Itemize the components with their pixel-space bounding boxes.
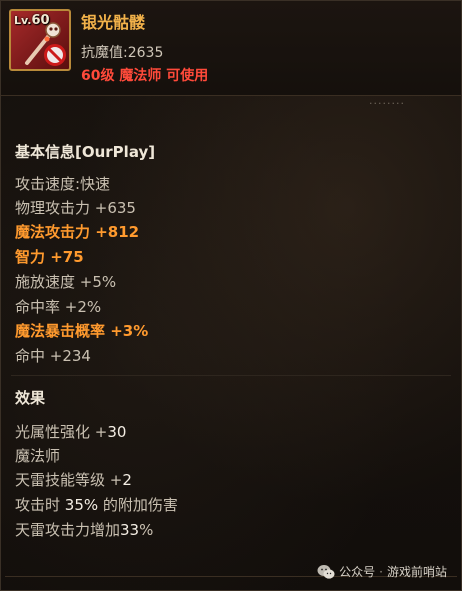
effect-light-enhance: 光属性强化 +30 bbox=[15, 423, 127, 441]
stat-intelligence: 智力 +75 bbox=[15, 248, 84, 266]
item-tooltip: Lv.60 银光骷髅 抗魔值:2635 60级 魔法师 可使用 ........… bbox=[0, 0, 462, 591]
effect-thunder-skill-level: 天雷技能等级 +2 bbox=[15, 471, 132, 489]
watermark: 公众号 · 游戏前哨站 bbox=[317, 563, 447, 580]
prohibited-icon bbox=[44, 44, 66, 66]
stat-hit-rate: 命中率 +2% bbox=[15, 298, 102, 316]
item-level-badge: Lv.60 bbox=[14, 13, 50, 28]
stat-hit: 命中 +234 bbox=[15, 347, 91, 365]
effects-title: 效果 bbox=[15, 389, 46, 407]
stat-physical-attack: 物理攻击力 +635 bbox=[15, 199, 136, 217]
effect-bonus-damage: 攻击时 35% 的附加伤害 bbox=[15, 496, 178, 514]
anti-magic-value: 抗魔值:2635 bbox=[81, 45, 164, 61]
stat-cast-speed: 施放速度 +5% bbox=[15, 273, 117, 291]
class-requirement: 60级 魔法师 可使用 bbox=[81, 68, 209, 84]
item-header: Lv.60 银光骷髅 抗魔值:2635 60级 魔法师 可使用 bbox=[1, 1, 461, 95]
stat-magic-crit: 魔法暴击概率 +3% bbox=[15, 322, 149, 340]
stat-magic-attack: 魔法攻击力 +812 bbox=[15, 223, 140, 241]
faint-text: ........ bbox=[369, 94, 405, 107]
item-name: 银光骷髅 bbox=[81, 13, 146, 32]
basic-info-title: 基本信息[OurPlay] bbox=[15, 143, 156, 161]
stat-attack-speed: 攻击速度:快速 bbox=[15, 175, 111, 193]
effect-thunder-attack: 天雷攻击力增加33% bbox=[15, 521, 154, 539]
section-divider bbox=[11, 375, 451, 376]
watermark-account-name: 游戏前哨站 bbox=[386, 565, 447, 579]
watermark-account-label: 公众号 bbox=[339, 565, 376, 579]
watermark-separator: · bbox=[379, 564, 383, 579]
item-icon-frame[interactable]: Lv.60 bbox=[9, 9, 71, 71]
wechat-icon bbox=[317, 564, 335, 579]
effect-class-mage: 魔法师 bbox=[15, 447, 61, 465]
